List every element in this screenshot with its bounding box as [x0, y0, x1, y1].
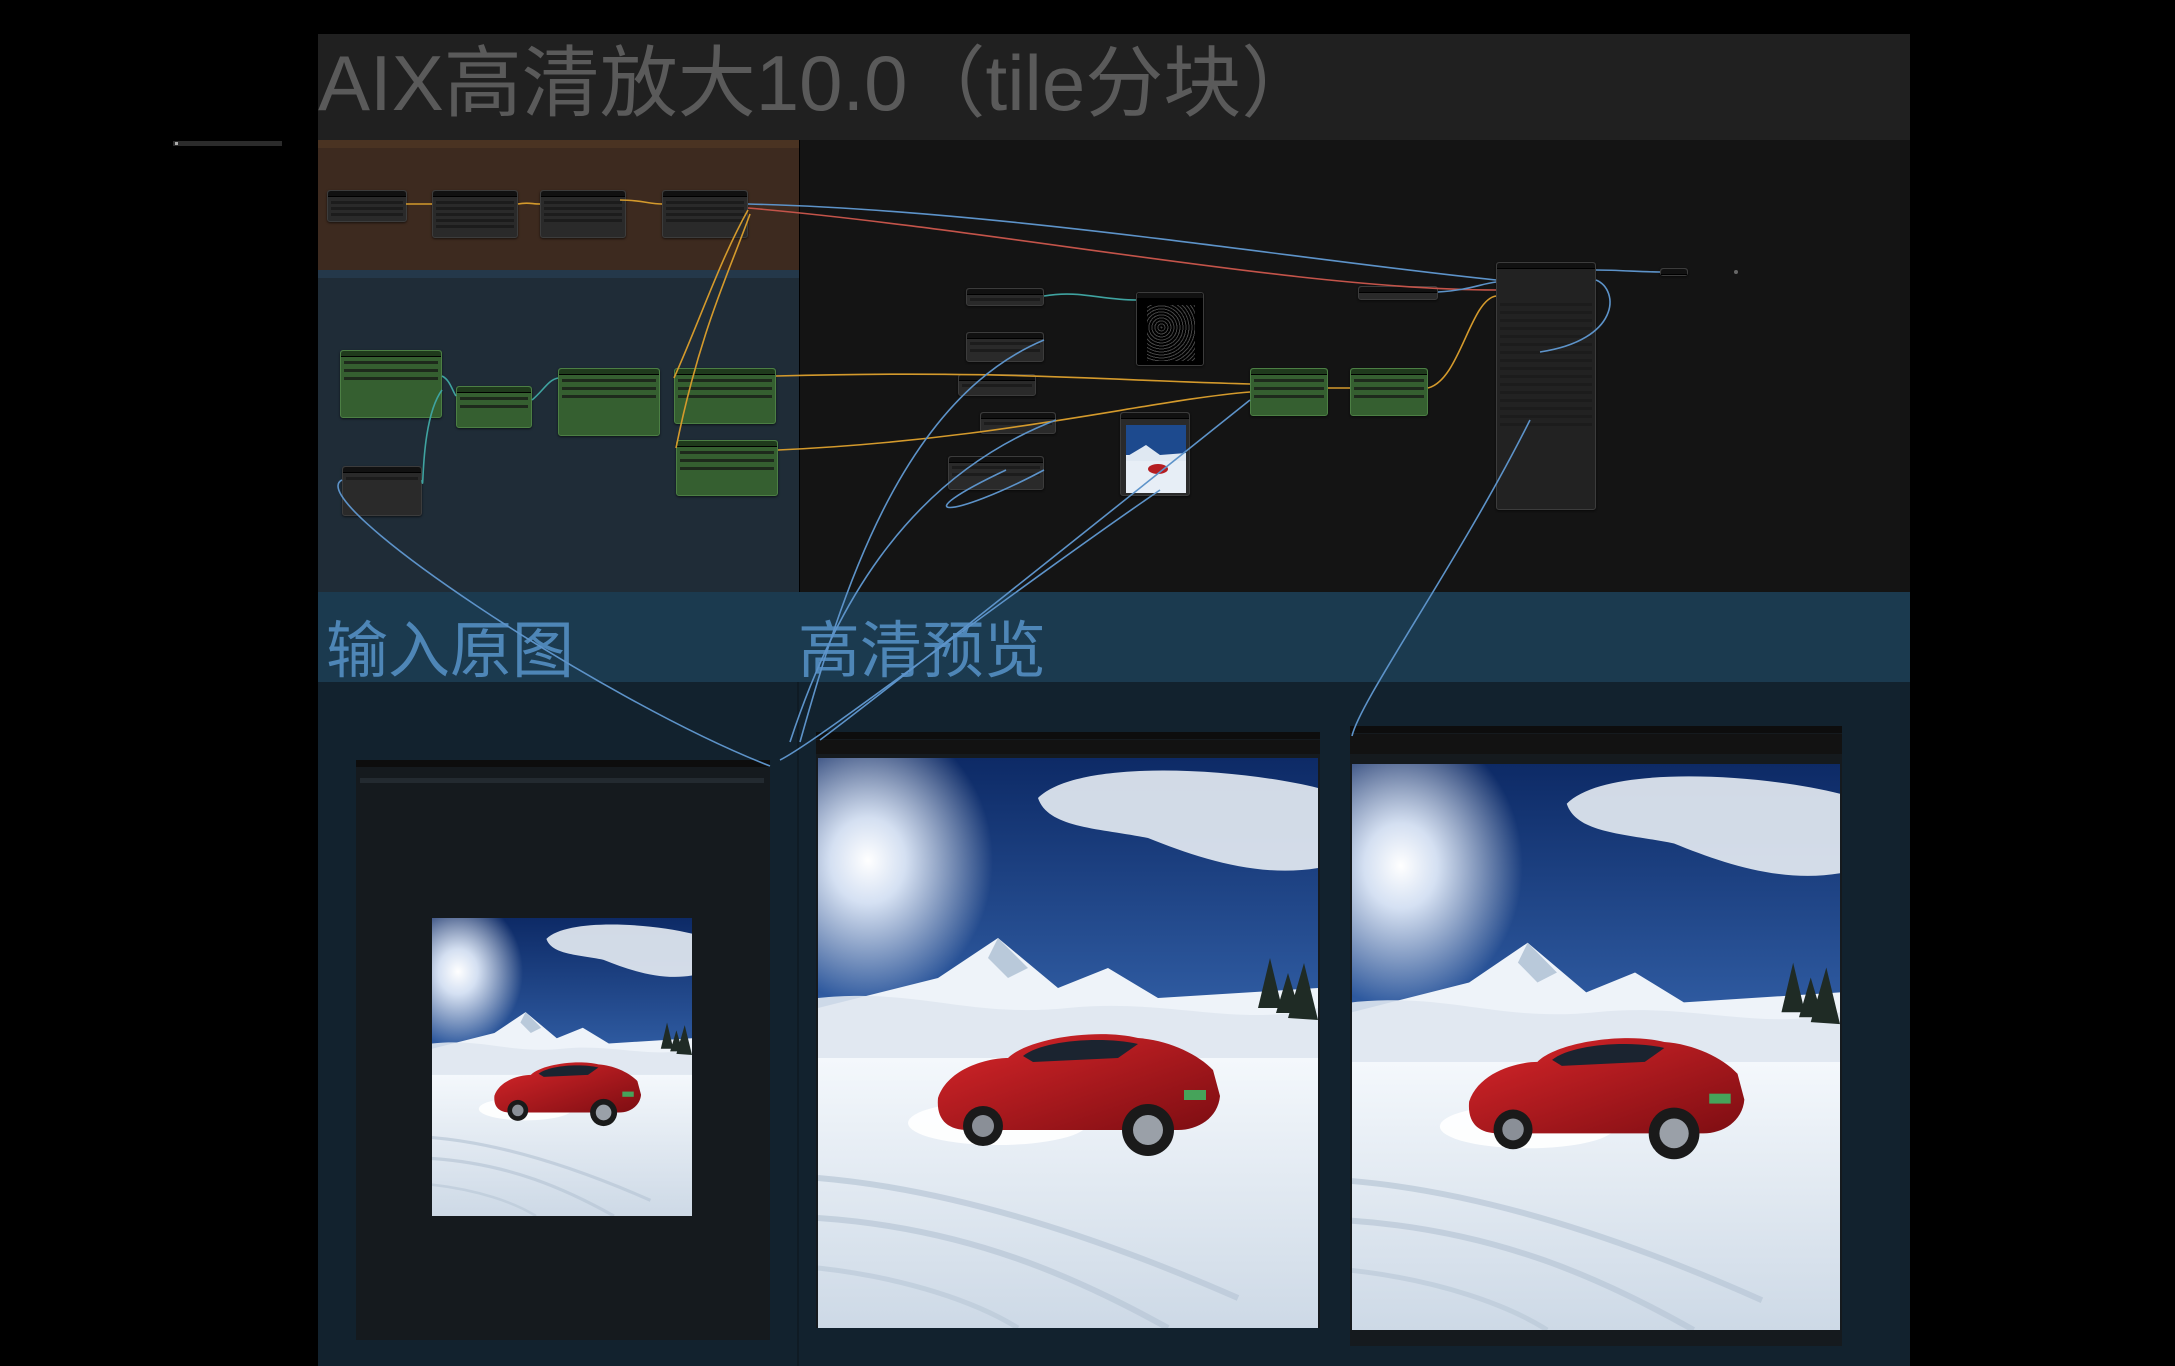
node-links	[337, 199, 1661, 767]
workflow-canvas[interactable]: AIX高清放大10.0（tile分块） 输入原图 高清预览	[0, 0, 2175, 1366]
